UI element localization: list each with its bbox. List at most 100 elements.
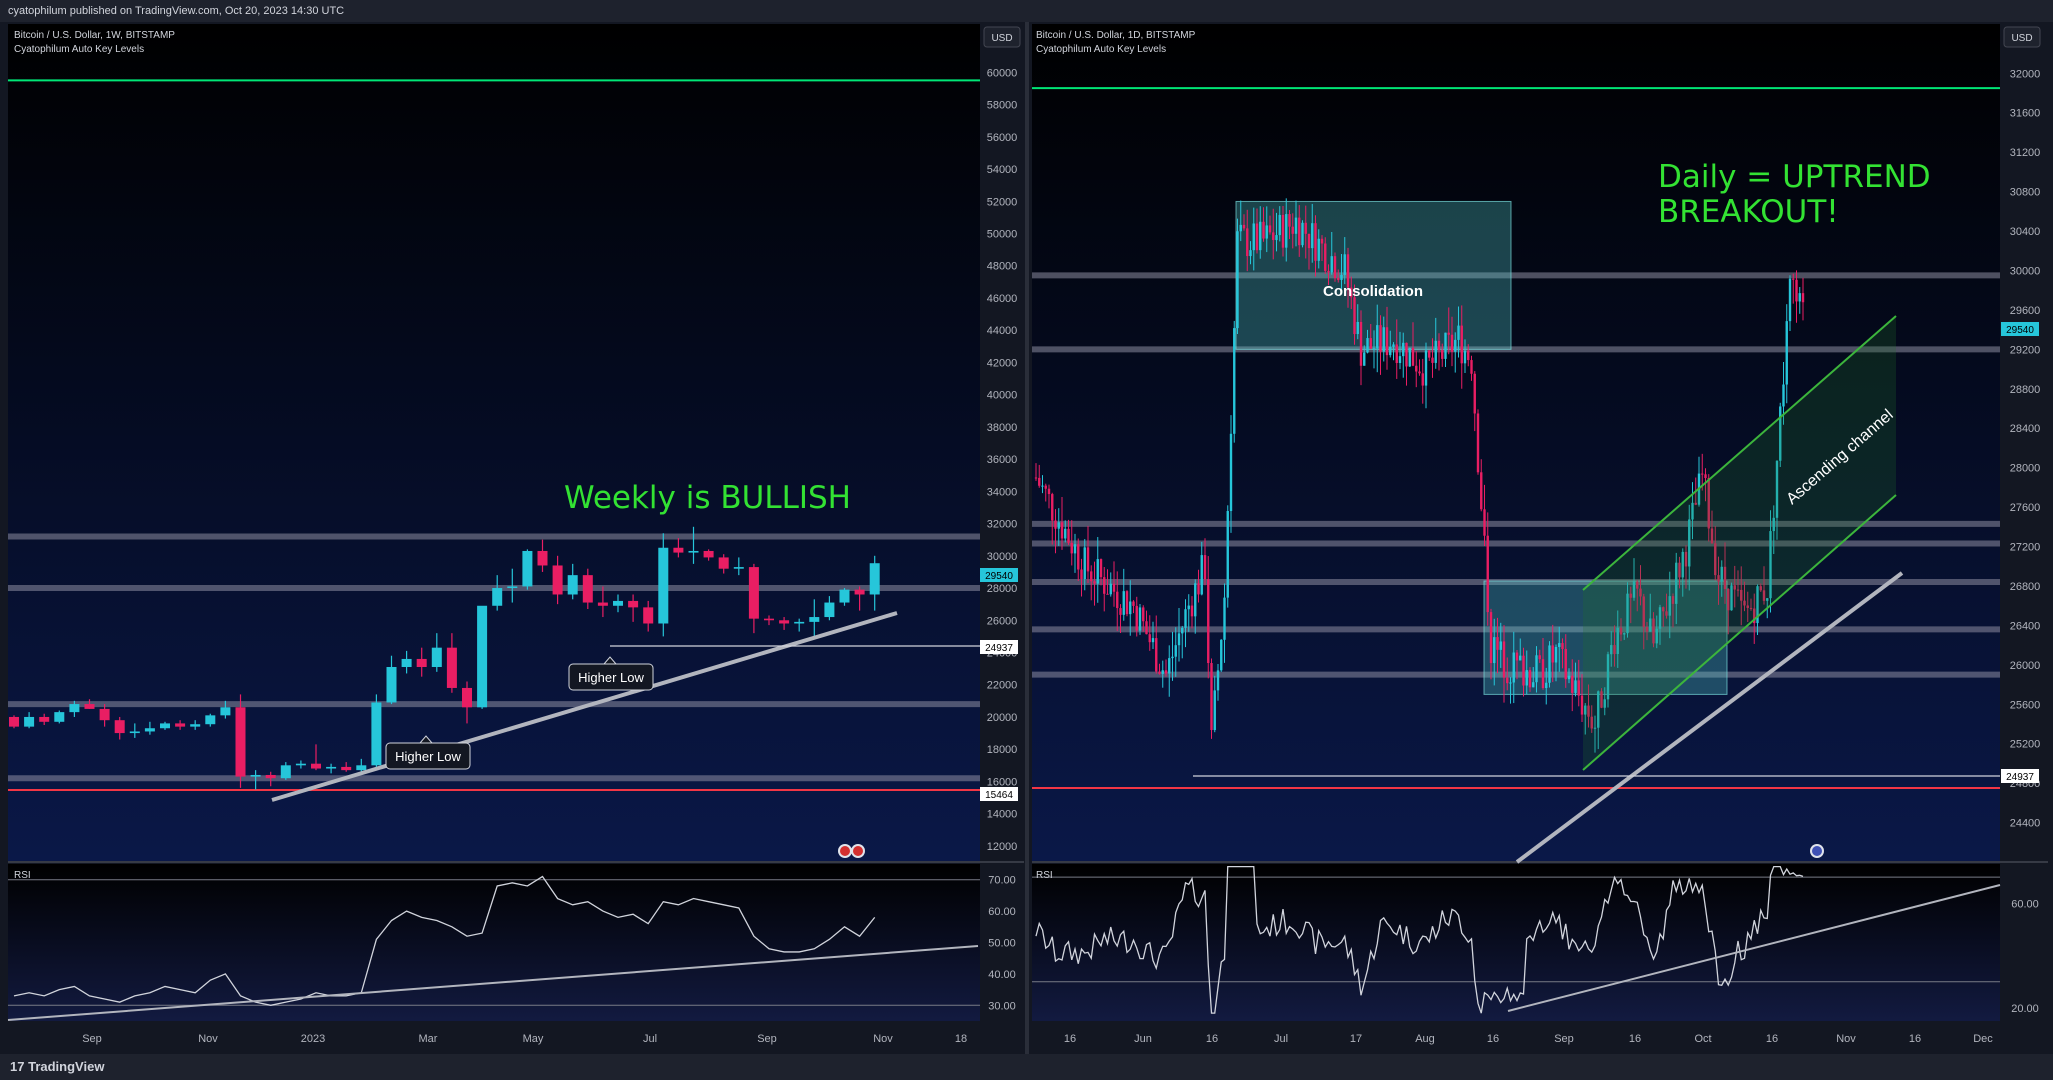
daily-candle-body	[1122, 591, 1125, 615]
daily-candle-body	[1499, 641, 1502, 650]
daily-candle-body	[1574, 680, 1577, 693]
weekly-xtick-label: Sep	[757, 1033, 777, 1045]
daily-candle-body	[1548, 645, 1551, 683]
daily-candle-body	[1090, 571, 1093, 582]
daily-candle-body	[1034, 477, 1038, 479]
daily-ytick-label: 31200	[2010, 147, 2041, 159]
tradingview-logo[interactable]: 17 TradingView	[10, 1059, 104, 1074]
daily-ytick-label: 27200	[2010, 542, 2041, 554]
daily-candle-body	[1116, 591, 1119, 609]
weekly-candle-body	[854, 589, 865, 595]
daily-candle-body	[1285, 214, 1288, 248]
svg-text:Higher Low: Higher Low	[578, 670, 644, 685]
weekly-candle-body	[205, 715, 216, 725]
svg-text:29540: 29540	[985, 571, 1013, 582]
weekly-indicator-name: Cyatophilum Auto Key Levels	[14, 44, 144, 55]
weekly-currency-button[interactable]: USD	[983, 26, 1021, 48]
daily-candle-body	[1272, 232, 1275, 241]
daily-candle-body	[1558, 643, 1561, 647]
footer-bar: 17 TradingView	[0, 1054, 2053, 1080]
weekly-candle-body	[748, 567, 759, 619]
daily-candle-body	[1704, 474, 1707, 479]
weekly-level-tag-15464: 15464	[980, 787, 1018, 801]
daily-candle-body	[1382, 327, 1385, 352]
weekly-ytick-label: 22000	[987, 680, 1018, 692]
daily-candle-body	[1389, 346, 1392, 356]
daily-candle-body	[1259, 221, 1262, 251]
daily-ytick-label: 27600	[2010, 502, 2041, 514]
daily-candle-body	[1194, 583, 1197, 617]
daily-xtick-label: Jun	[1134, 1033, 1152, 1045]
weekly-ytick-label: 60000	[987, 67, 1018, 79]
daily-price-axis[interactable]	[2000, 24, 2048, 1021]
weekly-level-tag-24937: 24937	[980, 640, 1018, 654]
daily-candle-body	[1792, 278, 1795, 280]
daily-candle-body	[1463, 350, 1467, 364]
weekly-candle-body	[341, 766, 352, 771]
daily-rsi-label: RSI	[1036, 870, 1053, 881]
daily-candle-body	[1701, 473, 1704, 475]
daily-indicator-name: Cyatophilum Auto Key Levels	[1036, 44, 1166, 55]
weekly-candle-body	[824, 602, 835, 618]
daily-candle-body	[1210, 663, 1213, 731]
daily-candle-body	[1480, 472, 1483, 510]
daily-ytick-label: 25200	[2010, 739, 2041, 751]
daily-ytick-label: 29200	[2010, 344, 2041, 356]
daily-candle-body	[1096, 559, 1099, 584]
daily-event-flag-icon[interactable]	[1810, 844, 1824, 858]
daily-candle-body	[1330, 256, 1333, 273]
daily-candle-body	[1509, 682, 1512, 684]
weekly-candle-body	[628, 600, 639, 608]
daily-candle-body	[1077, 544, 1080, 570]
daily-candle-body	[1275, 235, 1278, 241]
daily-uptrend-annotation[interactable]: Daily = UPTREND	[1658, 159, 1931, 195]
daily-candle-body	[1177, 633, 1181, 646]
weekly-candle-body	[462, 687, 472, 708]
daily-candle-body	[1415, 365, 1418, 372]
daily-candle-body	[1571, 675, 1574, 693]
weekly-candle-body	[114, 720, 125, 734]
daily-candle-body	[1236, 231, 1239, 329]
daily-candle-body	[1424, 350, 1428, 386]
daily-candle-body	[1788, 278, 1792, 322]
daily-candle-body	[1476, 413, 1480, 473]
daily-currency-button[interactable]: USD	[2003, 26, 2041, 48]
daily-candle-body	[1801, 293, 1805, 303]
daily-candle-body	[1067, 528, 1070, 543]
panel-divider[interactable]	[1025, 22, 1029, 1054]
daily-breakout-annotation[interactable]: BREAKOUT!	[1658, 194, 1839, 230]
weekly-candle-body	[613, 600, 623, 606]
weekly-price-pane[interactable]	[8, 24, 980, 862]
weekly-xtick-label: Jul	[643, 1033, 657, 1045]
weekly-bullish-annotation[interactable]: Weekly is BULLISH	[564, 480, 851, 516]
daily-candle-body	[1317, 238, 1320, 261]
daily-candle-body	[1431, 357, 1434, 363]
daily-candle-body	[1798, 293, 1801, 302]
daily-candle-body	[1132, 601, 1135, 606]
daily-candle-body	[1473, 373, 1476, 414]
daily-candle-body	[1171, 656, 1174, 659]
daily-zone-box[interactable]	[1235, 200, 1512, 350]
weekly-ytick-label: 58000	[987, 100, 1018, 112]
daily-candle-body	[1324, 243, 1327, 271]
weekly-rsi-pane[interactable]	[8, 864, 980, 1021]
daily-candle-body	[1434, 340, 1437, 363]
svg-text:USD: USD	[2011, 33, 2032, 44]
daily-candle-body	[1155, 638, 1158, 672]
daily-candle-body	[1252, 223, 1255, 251]
weekly-candle-body	[39, 716, 50, 722]
weekly-ytick-label: 18000	[987, 744, 1018, 756]
daily-candle-body	[1356, 321, 1359, 335]
weekly-time-axis[interactable]	[8, 1021, 1024, 1051]
daily-candle-body	[1421, 373, 1424, 386]
weekly-candle-body	[326, 766, 337, 769]
daily-candle-body	[1288, 214, 1291, 227]
consolidation-label[interactable]: Consolidation	[1323, 283, 1423, 300]
daily-ytick-label: 31600	[2010, 108, 2041, 120]
daily-candle-body	[1220, 639, 1223, 671]
daily-time-axis[interactable]	[1032, 1021, 2048, 1051]
daily-candle-body	[1073, 544, 1077, 554]
daily-candle-body	[1577, 680, 1580, 696]
daily-candle-body	[1278, 214, 1281, 236]
daily-candle-body	[1535, 655, 1538, 683]
